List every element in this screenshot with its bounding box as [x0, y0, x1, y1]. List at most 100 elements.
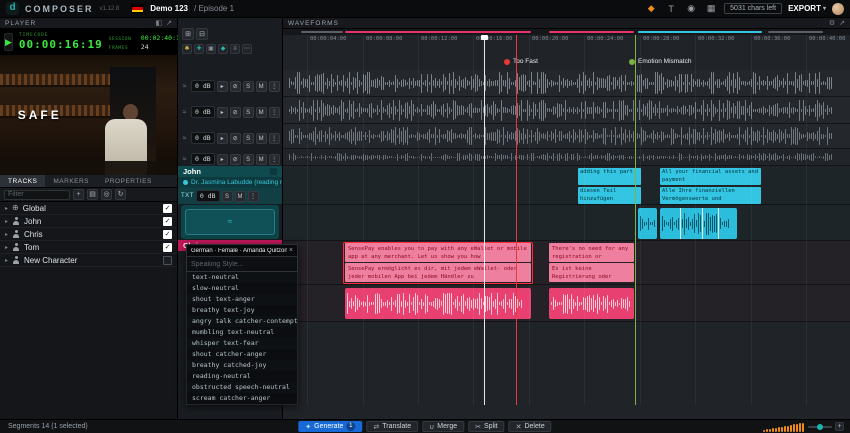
speaking-style-input[interactable] — [186, 257, 298, 272]
chris-audio-segment[interactable] — [345, 288, 531, 319]
segment-divider[interactable] — [702, 208, 703, 239]
john-segment-source-text[interactable]: All your financial assets and payment — [660, 168, 761, 185]
timeline-overview-strip[interactable] — [283, 29, 850, 35]
john-segment-translation-text[interactable]: Alle Ihre finanziellen Vermögenswerte un… — [660, 187, 761, 204]
split-button[interactable]: ✂ Split — [468, 421, 505, 432]
zoom-slider-thumb[interactable] — [817, 424, 823, 430]
solo-button[interactable]: S — [243, 133, 254, 144]
marker-emotion-mismatch[interactable]: Emotion Mismatch — [629, 58, 691, 65]
style-option[interactable]: scream catcher-anger — [187, 393, 297, 404]
tab-tracks[interactable]: TRACKS — [0, 175, 45, 187]
expand-tracks-button[interactable]: ⊟ — [196, 28, 208, 40]
checkbox-checked-icon[interactable]: ✓ — [163, 217, 172, 226]
john-audio-lane[interactable] — [283, 205, 850, 241]
solo-button[interactable]: S — [243, 107, 254, 118]
gain-value[interactable]: 0 dB — [191, 106, 215, 118]
checkbox-checked-icon[interactable]: ✓ — [163, 204, 172, 213]
tab-properties[interactable]: PROPERTIES — [97, 175, 160, 187]
style-option[interactable]: shout text-anger — [187, 294, 297, 305]
ruler-tick[interactable]: 00:00:36:00 — [751, 35, 752, 405]
solo-button[interactable]: S — [222, 191, 233, 202]
ruler-tick[interactable]: 00:00:24:00 — [584, 35, 585, 405]
menu-tool-icon[interactable]: ≡ — [230, 44, 240, 54]
caret-right-icon[interactable]: ▸ — [5, 218, 8, 225]
checkbox-checked-icon[interactable]: ✓ — [163, 230, 172, 239]
ruler-tick[interactable]: 00:00:08:00 — [363, 35, 364, 405]
tab-markers[interactable]: MARKERS — [45, 175, 97, 187]
playhead[interactable] — [484, 35, 485, 405]
more-button[interactable]: ⋮ — [269, 133, 280, 144]
style-option[interactable]: slow-neutral — [187, 283, 297, 294]
audio-lane-4[interactable] — [283, 149, 850, 166]
play-button[interactable]: ▶ — [4, 33, 13, 51]
caret-right-icon[interactable]: ▸ — [5, 231, 8, 238]
disable-button[interactable]: ⊘ — [230, 107, 241, 118]
monitor-button[interactable]: ▸ — [217, 154, 228, 165]
caret-right-icon[interactable]: ▸ — [5, 244, 8, 251]
mute-button[interactable]: M — [256, 81, 267, 92]
generate-button[interactable]: ✦ Generate 1 — [298, 421, 362, 432]
john-segment-translation-text[interactable]: diesen Teil hinzufügen — [578, 187, 641, 204]
merge-button[interactable]: ∪ Merge — [422, 421, 464, 432]
checkbox-unchecked[interactable] — [163, 256, 172, 265]
style-option[interactable]: breathy catched-joy — [187, 360, 297, 371]
project-name[interactable]: Demo 123 — [150, 4, 188, 13]
filter-input[interactable] — [4, 190, 70, 200]
zoom-in-button[interactable]: + — [835, 422, 844, 431]
eye-icon[interactable]: ◉ — [684, 3, 698, 14]
style-option[interactable]: mumbling text-neutral — [187, 327, 297, 338]
episode-name[interactable]: / Episode 1 — [194, 4, 234, 13]
john-track-header[interactable]: John — [178, 166, 282, 177]
refresh-icon[interactable]: ↻ — [115, 189, 126, 200]
john-audio-panel[interactable]: ≈ — [181, 205, 279, 239]
more-button[interactable]: ⋮ — [269, 107, 280, 118]
add-track-button[interactable]: + — [73, 189, 84, 200]
list-view-icon[interactable]: ▤ — [87, 189, 98, 200]
audio-lane-2[interactable] — [283, 97, 850, 124]
gear-icon[interactable]: ⚙ — [829, 19, 835, 27]
john-text-lane[interactable] — [283, 166, 850, 205]
solo-button[interactable]: S — [243, 81, 254, 92]
app-logo[interactable]: d — [6, 2, 19, 15]
chris-segment-source-text[interactable]: There's no need for any registration or — [549, 243, 634, 262]
mute-button[interactable]: M — [256, 154, 267, 165]
caret-right-icon[interactable]: ▸ — [5, 257, 8, 264]
chris-audio-segment[interactable] — [549, 288, 634, 319]
caret-right-icon[interactable]: ▸ — [5, 205, 8, 212]
delete-button[interactable]: ✕ Delete — [509, 421, 552, 432]
track-row-chris[interactable]: ▸ Chris ✓ — [0, 228, 177, 241]
more-button[interactable]: ⋮ — [248, 191, 259, 202]
disable-button[interactable]: ⊘ — [230, 81, 241, 92]
ruler-tick[interactable]: 00:00:20:00 — [529, 35, 530, 405]
folder-tool-icon[interactable]: ✱ — [182, 44, 192, 54]
john-segment-source-text[interactable]: adding this part — [578, 168, 641, 185]
track-row-new-character[interactable]: ▸ New Character — [0, 254, 177, 267]
more-tool-icon[interactable]: ⋯ — [242, 44, 252, 54]
select-tool-icon[interactable]: ▣ — [206, 44, 216, 54]
chris-segment-translation-text[interactable]: Es ist keine Registrierung oder — [549, 263, 634, 282]
expand-icon[interactable]: ↗ — [839, 19, 845, 27]
collapse-tracks-button[interactable]: ⊞ — [182, 28, 194, 40]
gain-value[interactable]: 0 dB — [191, 132, 215, 144]
style-option[interactable]: whisper text-fear — [187, 338, 297, 349]
monitor-button[interactable]: ▸ — [217, 81, 228, 92]
gain-value[interactable]: 0 dB — [191, 80, 215, 92]
ruler-tick[interactable]: 00:00:40:00 — [806, 35, 807, 405]
disable-button[interactable]: ⊘ — [230, 154, 241, 165]
segment-divider[interactable] — [718, 208, 719, 239]
split-view-icon[interactable]: ◧ — [156, 19, 163, 27]
mute-button[interactable]: M — [256, 133, 267, 144]
close-icon[interactable]: × — [289, 247, 293, 254]
style-option[interactable]: obstructed speech-neutral — [187, 382, 297, 393]
style-option[interactable]: angry talk catcher-contempt — [187, 316, 297, 327]
style-option[interactable]: text-neutral — [187, 272, 297, 283]
audio-lane-1[interactable] — [283, 70, 850, 97]
checkbox-checked-icon[interactable]: ✓ — [163, 243, 172, 252]
monitor-button[interactable]: ▸ — [217, 107, 228, 118]
grid-icon[interactable]: ▦ — [704, 3, 718, 14]
audio-lane-3[interactable] — [283, 124, 850, 149]
video-preview[interactable]: SAFE — [0, 55, 177, 175]
john-audio-segment[interactable] — [660, 208, 737, 239]
expand-icon[interactable]: ↗ — [166, 19, 172, 27]
export-button[interactable]: EXPORT ▾ — [788, 4, 826, 13]
